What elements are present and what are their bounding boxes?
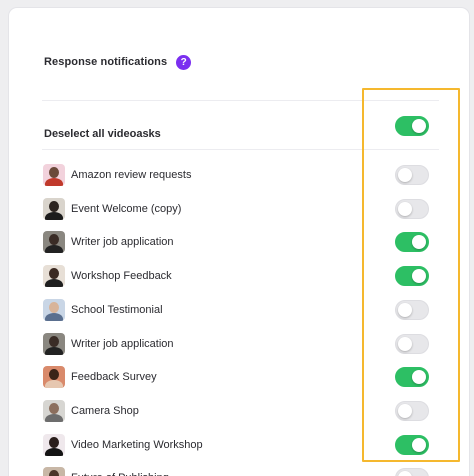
avatar xyxy=(43,265,65,288)
list-item-label: Feedback Survey xyxy=(71,371,157,384)
list-item-label: Video Marketing Workshop xyxy=(71,438,203,451)
notification-toggle[interactable] xyxy=(395,165,429,185)
section-header: Response notifications ? xyxy=(44,53,192,71)
list-item: Video Marketing Workshop xyxy=(43,433,443,457)
toggle-knob xyxy=(412,235,426,250)
notification-toggle[interactable] xyxy=(395,232,429,253)
avatar xyxy=(43,399,65,422)
toggle-knob xyxy=(412,437,426,452)
avatar xyxy=(43,298,65,321)
notification-toggle[interactable] xyxy=(395,299,429,320)
list-item: Event Welcome (copy) xyxy=(43,197,443,221)
avatar xyxy=(43,332,65,355)
list-item-label: Future of Publishing xyxy=(71,472,169,476)
divider xyxy=(42,149,439,150)
notification-toggle[interactable] xyxy=(395,198,429,219)
notification-toggle[interactable] xyxy=(395,266,429,287)
list-item-label: Writer job application xyxy=(71,337,174,350)
help-icon[interactable]: ? xyxy=(176,54,192,70)
list-item-label: School Testimonial xyxy=(71,303,163,316)
list-item-label: Amazon review requests xyxy=(71,169,192,181)
list-item-label: Camera Shop xyxy=(71,404,139,417)
avatar xyxy=(43,366,65,389)
divider xyxy=(42,100,439,101)
list-item: Writer job application xyxy=(43,332,443,356)
toggle-knob xyxy=(398,201,412,216)
notification-toggle[interactable] xyxy=(395,468,429,476)
avatar xyxy=(43,197,65,220)
toggle-knob xyxy=(412,269,426,284)
notification-toggle[interactable] xyxy=(395,400,429,421)
toggle-knob xyxy=(398,168,412,182)
notification-toggle[interactable] xyxy=(395,333,429,354)
toggle-knob xyxy=(398,471,412,476)
avatar xyxy=(43,231,65,254)
list-item: Amazon review requests xyxy=(43,163,443,187)
toggle-knob xyxy=(398,302,412,317)
list-item: Workshop Feedback xyxy=(43,264,443,288)
avatar xyxy=(43,433,65,456)
list-item-label: Event Welcome (copy) xyxy=(71,202,182,215)
deselect-all-label: Deselect all videoasks xyxy=(44,128,161,140)
list-item: Writer job application xyxy=(43,230,443,254)
deselect-all-row: Deselect all videoasks xyxy=(44,116,444,152)
avatar xyxy=(43,467,65,476)
notifications-card: Response notifications ? Deselect all vi… xyxy=(9,8,469,476)
deselect-all-toggle[interactable] xyxy=(395,116,429,136)
toggle-knob xyxy=(398,336,412,351)
toggle-knob xyxy=(412,370,426,385)
notification-toggle[interactable] xyxy=(395,434,429,455)
list-item: School Testimonial xyxy=(43,298,443,322)
list-item: Future of Publishing xyxy=(43,466,443,476)
notification-toggle[interactable] xyxy=(395,367,429,388)
list-item-label: Writer job application xyxy=(71,236,174,249)
toggle-knob xyxy=(398,403,412,418)
avatar xyxy=(43,164,65,186)
section-title: Response notifications xyxy=(44,56,168,68)
list-item: Feedback Survey xyxy=(43,365,443,389)
toggle-knob xyxy=(412,119,426,133)
list-item: Camera Shop xyxy=(43,399,443,423)
list-item-label: Workshop Feedback xyxy=(71,270,172,283)
